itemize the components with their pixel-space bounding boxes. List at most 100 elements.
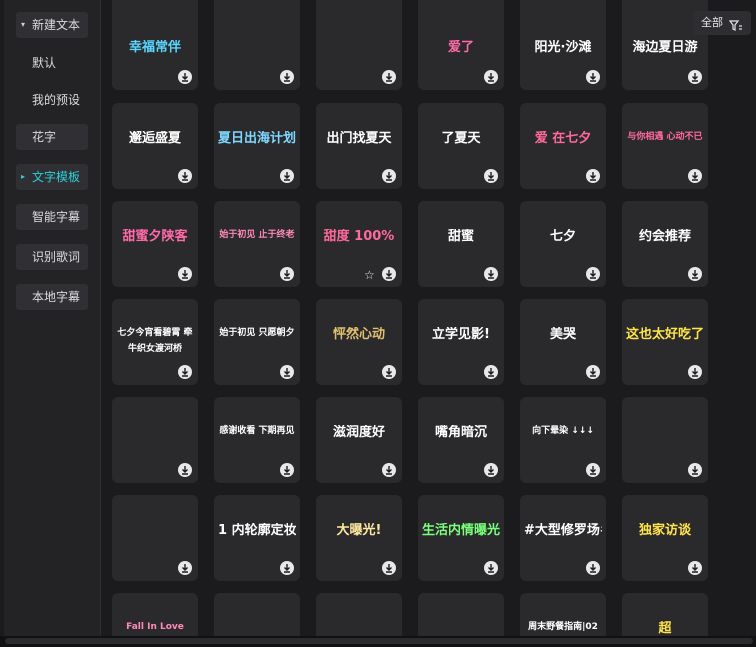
template-card[interactable]: 出门找夏天 [316,103,402,189]
template-card[interactable]: 感谢收看 下期再见 [214,397,300,483]
template-card[interactable]: 七夕 [520,201,606,287]
template-preview-text: 1 内轮廓定妆 [218,523,296,538]
template-card[interactable]: 美哭 [520,299,606,385]
template-card[interactable] [316,0,402,90]
download-icon[interactable] [178,169,192,183]
download-icon[interactable] [586,365,600,379]
download-icon[interactable] [484,365,498,379]
download-icon[interactable] [280,267,294,281]
template-card[interactable]: 爱了 [418,0,504,90]
template-preview-text: 约会推荐 [638,229,691,244]
template-card[interactable]: 与你相遇 心动不已 [622,103,708,189]
download-icon[interactable] [586,561,600,575]
download-icon[interactable] [280,463,294,477]
template-card[interactable] [316,593,402,636]
template-card[interactable]: 甜蜜夕陕客 [112,201,198,287]
download-icon[interactable] [484,169,498,183]
download-icon[interactable] [484,561,498,575]
download-icon[interactable] [382,267,396,281]
template-card[interactable]: 爱 在七夕 [520,103,606,189]
template-card[interactable]: 甜蜜 [418,201,504,287]
sidebar-item-1[interactable]: 默认 [16,50,88,76]
template-card[interactable] [418,593,504,636]
template-card[interactable]: 怦然心动 [316,299,402,385]
download-icon[interactable] [484,70,498,84]
sidebar-item-6[interactable]: 识别歌词 [16,244,88,270]
template-card[interactable]: 向下晕染 ↓↓↓ [520,397,606,483]
template-card[interactable]: 邂逅盛夏 [112,103,198,189]
download-icon[interactable] [280,561,294,575]
download-icon[interactable] [178,463,192,477]
download-icon[interactable] [178,70,192,84]
filter-button[interactable]: 全部 [693,11,751,35]
template-card[interactable]: 了夏天 [418,103,504,189]
download-icon[interactable] [688,70,702,84]
sidebar-item-7[interactable]: 本地字幕 [16,284,88,310]
download-icon[interactable] [382,561,396,575]
download-icon[interactable] [586,70,600,84]
template-card[interactable]: 超 [622,593,708,636]
download-icon[interactable] [586,463,600,477]
download-icon[interactable] [688,463,702,477]
template-grid: 幸福常伴 爱了 阳光·沙滩 海边夏日游 邂逅盛夏 夏日出海计划 出门找夏天 了夏天 爱 在七夕 与… [112,0,732,636]
template-card[interactable]: 始于初见 只愿朝夕 [214,299,300,385]
template-card[interactable]: 七夕今宵看碧霄 牵牛织女渡河桥 [112,299,198,385]
download-icon[interactable] [382,365,396,379]
sidebar-item-3[interactable]: 花字 [16,124,88,150]
download-icon[interactable] [280,365,294,379]
template-card[interactable]: 大曝光! [316,495,402,581]
download-icon[interactable] [586,267,600,281]
sidebar-item-4[interactable]: ▸ 文字模板 [16,164,88,190]
template-card[interactable]: 1 内轮廓定妆 [214,495,300,581]
template-grid-panel[interactable]: 幸福常伴 爱了 阳光·沙滩 海边夏日游 邂逅盛夏 夏日出海计划 出门找夏天 了夏天 爱 在七夕 与… [101,0,756,636]
download-icon[interactable] [280,70,294,84]
sidebar-item-5[interactable]: 智能字幕 [16,204,88,230]
sidebar-item-label: 花字 [32,130,57,144]
horizontal-scrollbar[interactable] [0,636,756,647]
template-card[interactable]: Fall In Love [112,593,198,636]
template-card[interactable]: 甜度 100% ☆ [316,201,402,287]
template-card[interactable] [112,495,198,581]
template-card[interactable]: 生活内情曝光! [418,495,504,581]
template-card[interactable]: 始于初见 止于终老 [214,201,300,287]
template-card[interactable]: #大型修罗场# [520,495,606,581]
template-preview-text: 美哭 [549,327,576,342]
download-icon[interactable] [688,561,702,575]
template-card[interactable]: 约会推荐 [622,201,708,287]
sidebar-item-0[interactable]: ▾ 新建文本 [16,12,88,38]
download-icon[interactable] [280,169,294,183]
download-icon[interactable] [688,267,702,281]
template-card[interactable]: 立学见影! [418,299,504,385]
template-preview-text: 这也太好吃了~ [626,327,704,342]
star-icon[interactable]: ☆ [364,268,378,282]
template-card[interactable]: 这也太好吃了~ [622,299,708,385]
template-card[interactable]: 阳光·沙滩 [520,0,606,90]
template-card[interactable]: 夏日出海计划 [214,103,300,189]
download-icon[interactable] [688,169,702,183]
template-card[interactable]: 周末野餐指南|02 [520,593,606,636]
sidebar-item-label: 默认 [32,56,57,70]
template-card[interactable] [112,397,198,483]
template-preview-text: 滋润度好 [332,425,385,440]
filter-label: 全部 [701,16,723,29]
download-icon[interactable] [382,70,396,84]
download-icon[interactable] [484,463,498,477]
sidebar-item-2[interactable]: 我的预设 [16,87,88,113]
template-card[interactable] [214,593,300,636]
download-icon[interactable] [382,169,396,183]
scrollbar-track[interactable] [5,638,753,644]
download-icon[interactable] [484,267,498,281]
download-icon[interactable] [178,561,192,575]
download-icon[interactable] [178,365,192,379]
download-icon[interactable] [586,169,600,183]
template-card[interactable] [214,0,300,90]
download-icon[interactable] [382,463,396,477]
template-card[interactable]: 独家访谈 [622,495,708,581]
download-icon[interactable] [178,267,192,281]
download-icon[interactable] [688,365,702,379]
template-card[interactable]: 幸福常伴 [112,0,198,90]
template-card[interactable]: 嘴角暗沉 [418,397,504,483]
template-card[interactable]: 滋润度好 [316,397,402,483]
template-preview-text: 了夏天 [441,131,481,146]
template-card[interactable] [622,397,708,483]
